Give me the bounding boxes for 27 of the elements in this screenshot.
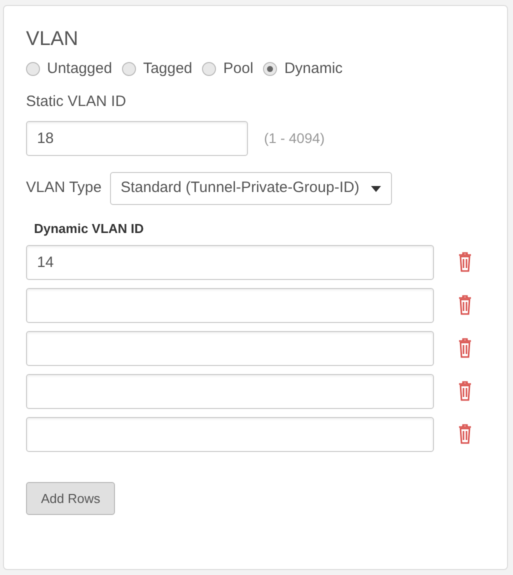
input-field[interactable] bbox=[26, 330, 434, 366]
section-heading: Dynamic VLAN ID bbox=[34, 220, 145, 238]
input-field[interactable]: 14 bbox=[26, 244, 434, 280]
trash-icon[interactable] bbox=[458, 381, 472, 401]
radio-button[interactable] bbox=[263, 62, 278, 76]
input-field[interactable]: 18 bbox=[26, 121, 248, 156]
radio-label[interactable]: Dynamic bbox=[284, 58, 343, 80]
field-label: VLAN Type bbox=[26, 178, 102, 198]
field-label: Static VLAN ID bbox=[26, 92, 128, 112]
input-field[interactable] bbox=[26, 416, 434, 452]
section-title: VLAN bbox=[26, 27, 80, 52]
trash-icon[interactable] bbox=[458, 252, 472, 272]
input-field[interactable] bbox=[26, 374, 434, 408]
caret-icon bbox=[371, 186, 382, 192]
trash-icon[interactable] bbox=[458, 295, 472, 315]
radio-button[interactable] bbox=[26, 62, 40, 76]
input-field[interactable] bbox=[26, 288, 434, 322]
radio-label[interactable]: Pool bbox=[223, 58, 254, 80]
trash-icon[interactable] bbox=[458, 338, 472, 358]
dropdown[interactable]: Standard (Tunnel-Private-Group-ID) bbox=[110, 172, 392, 205]
radio-label[interactable]: Tagged bbox=[143, 58, 192, 80]
radio-button[interactable] bbox=[202, 62, 216, 76]
range-hint: (1 - 4094) bbox=[264, 129, 325, 148]
add-rows-button[interactable]: Add Rows bbox=[26, 482, 116, 515]
radio-label[interactable]: Untagged bbox=[47, 58, 112, 80]
radio-button[interactable] bbox=[122, 62, 136, 76]
trash-icon[interactable] bbox=[458, 424, 472, 444]
